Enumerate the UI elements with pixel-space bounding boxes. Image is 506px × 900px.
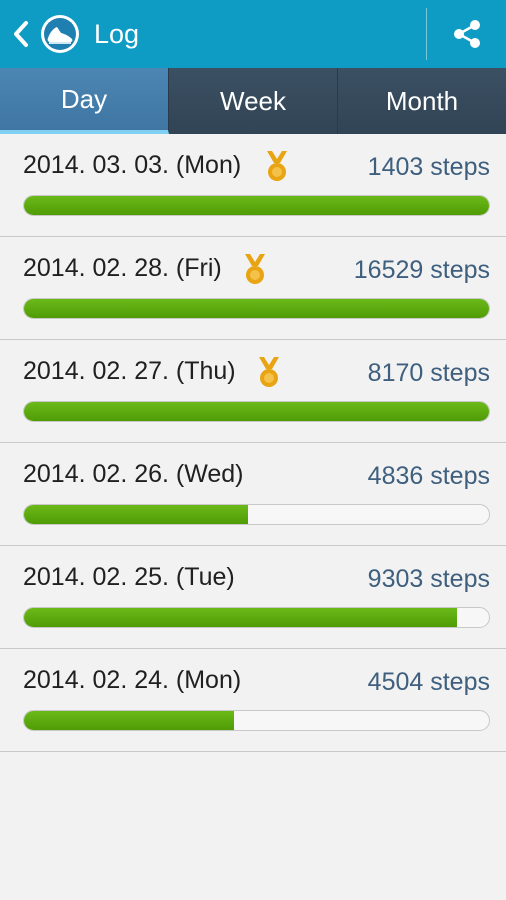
entry-date: 2014. 02. 28. (Fri) xyxy=(23,254,222,282)
entry-date: 2014. 03. 03. (Mon) xyxy=(23,151,242,179)
tab-month[interactable]: Month xyxy=(338,68,506,134)
entry-date: 2014. 02. 27. (Thu) xyxy=(23,357,236,385)
back-icon xyxy=(14,21,28,47)
shoe-icon xyxy=(41,15,79,53)
entry-steps: 9303 steps xyxy=(367,565,490,593)
tab-bar: Day Week Month xyxy=(0,68,506,134)
entry-date: 2014. 02. 24. (Mon) xyxy=(23,666,242,694)
progress-bar xyxy=(23,401,490,422)
list-item[interactable]: 2014. 02. 24. (Mon) 4504 steps xyxy=(0,649,506,752)
progress-bar xyxy=(23,504,490,525)
entry-date: 2014. 02. 25. (Tue) xyxy=(23,563,235,591)
share-icon xyxy=(453,20,480,48)
progress-fill xyxy=(24,505,249,524)
list-item[interactable]: 2014. 02. 26. (Wed) 4836 steps xyxy=(0,443,506,546)
list-item[interactable]: 2014. 02. 28. (Fri) 16529 steps xyxy=(0,237,506,340)
progress-fill xyxy=(24,402,489,421)
up-button[interactable] xyxy=(0,0,80,68)
share-button[interactable] xyxy=(427,0,506,68)
progress-fill xyxy=(24,711,235,730)
log-list: 2014. 03. 03. (Mon) 1403 steps 2014. 02.… xyxy=(0,134,506,752)
progress-bar xyxy=(23,710,490,731)
entry-steps: 16529 steps xyxy=(353,256,490,284)
list-item[interactable]: 2014. 02. 25. (Tue) 9303 steps xyxy=(0,546,506,649)
entry-steps: 1403 steps xyxy=(367,153,490,181)
progress-bar xyxy=(23,195,490,216)
tab-week[interactable]: Week xyxy=(169,68,338,134)
medal-icon xyxy=(267,151,287,181)
progress-fill xyxy=(24,299,489,318)
entry-date: 2014. 02. 26. (Wed) xyxy=(23,460,244,488)
entry-steps: 8170 steps xyxy=(367,359,490,387)
action-bar: Log xyxy=(0,0,506,68)
entry-steps: 4836 steps xyxy=(367,462,490,490)
progress-bar xyxy=(23,607,490,628)
medal-icon xyxy=(259,357,279,387)
list-item[interactable]: 2014. 02. 27. (Thu) 8170 steps xyxy=(0,340,506,443)
page-title: Log xyxy=(94,18,140,49)
medal-icon xyxy=(245,254,265,284)
progress-fill xyxy=(24,608,458,627)
progress-bar xyxy=(23,298,490,319)
progress-fill xyxy=(24,196,489,215)
entry-steps: 4504 steps xyxy=(367,668,490,696)
list-item[interactable]: 2014. 03. 03. (Mon) 1403 steps xyxy=(0,134,506,237)
tab-day[interactable]: Day xyxy=(0,68,169,134)
